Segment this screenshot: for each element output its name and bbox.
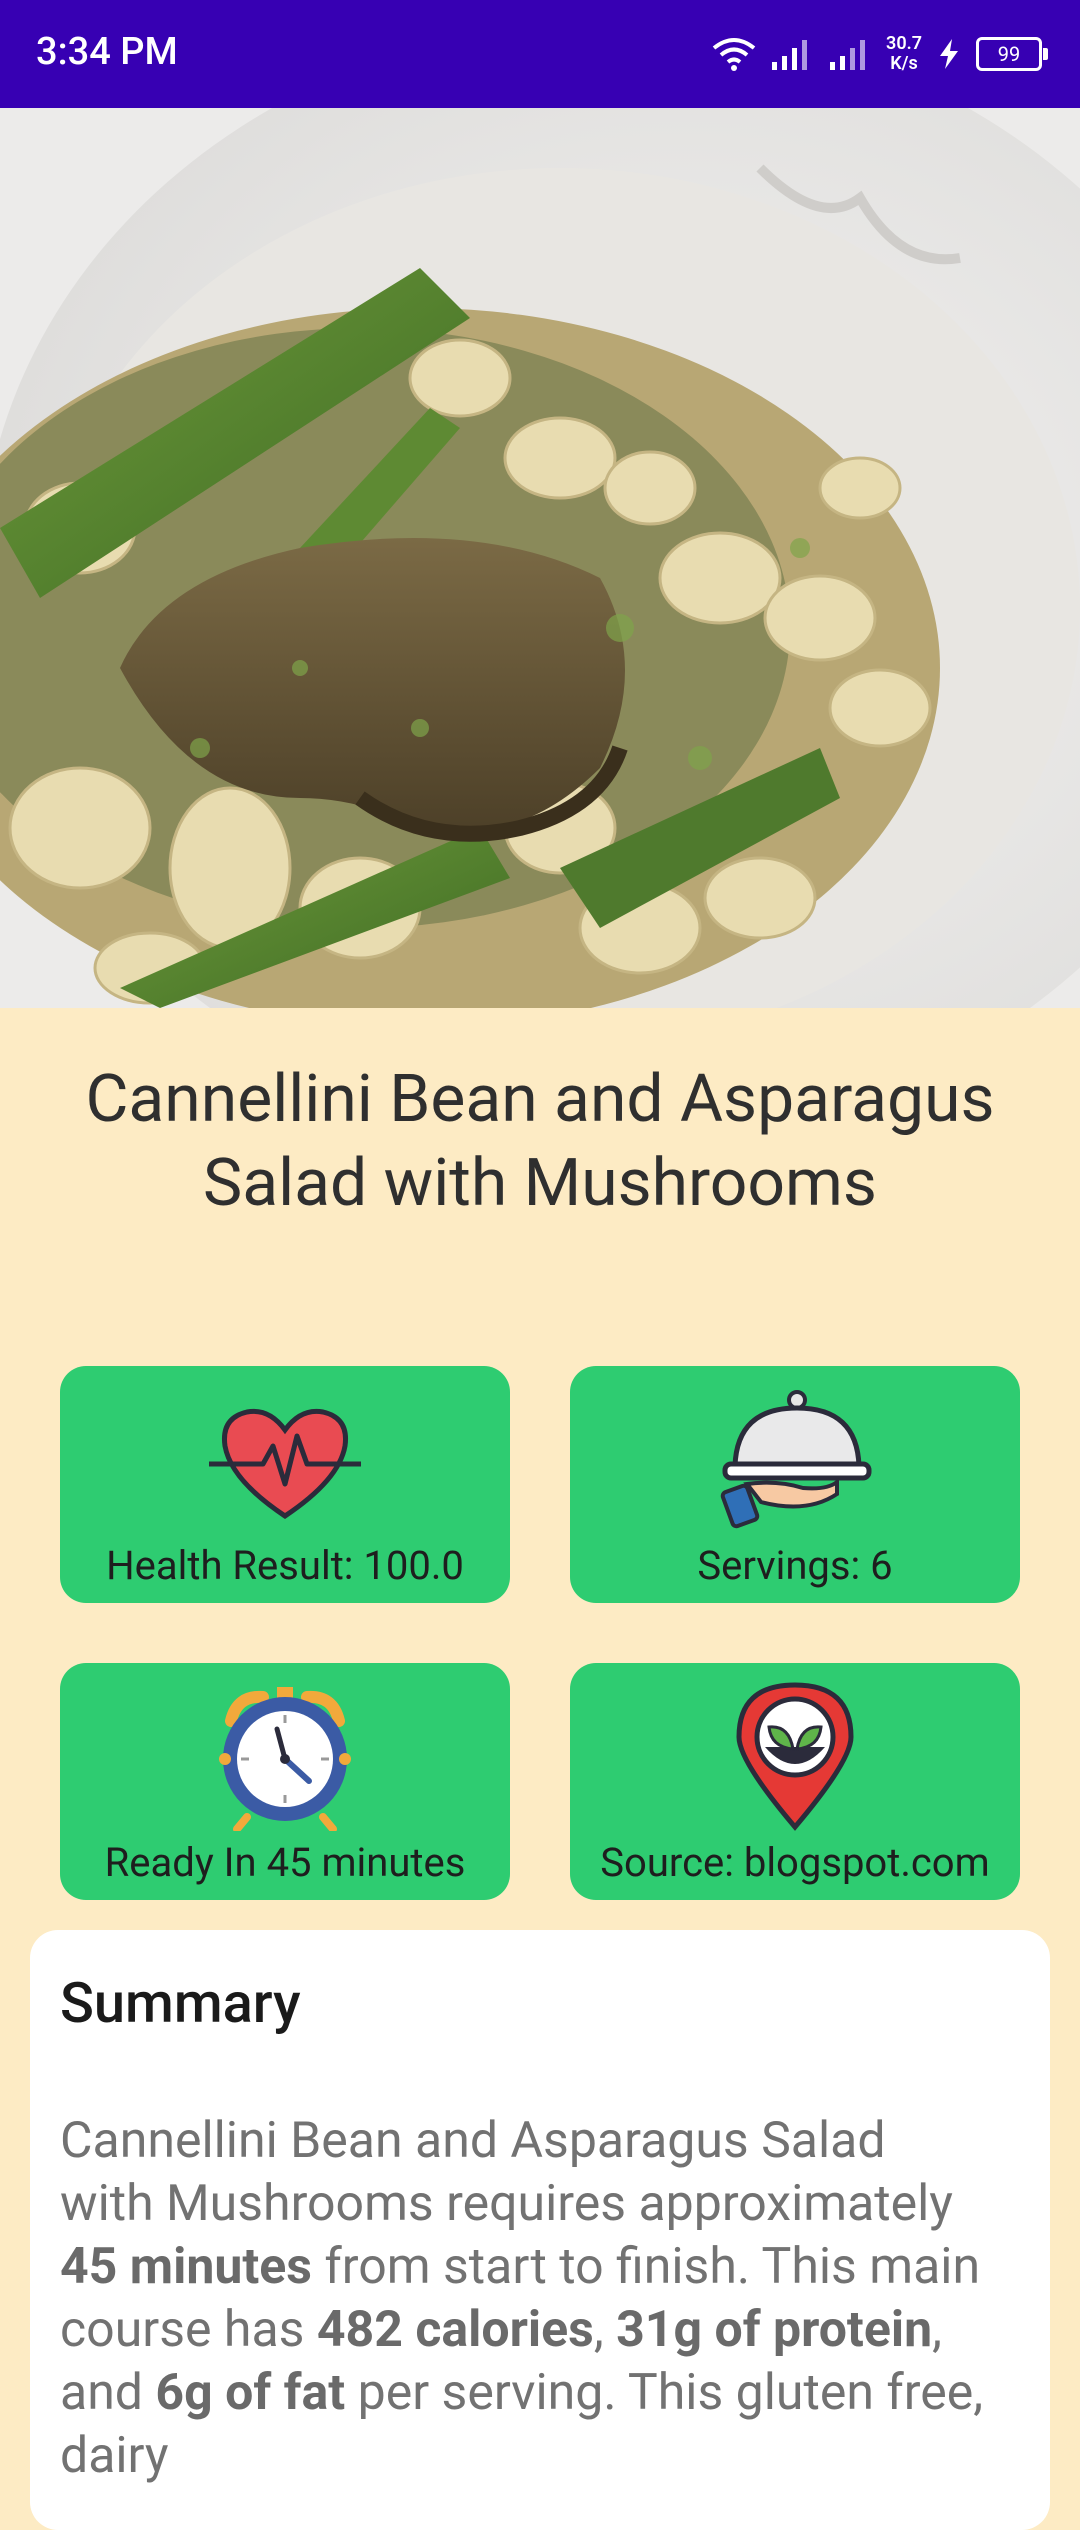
- signal-icon-2: [830, 40, 866, 70]
- summary-text-part: ,: [593, 2301, 617, 2359]
- alarm-clock-icon: [219, 1687, 351, 1831]
- health-result-card[interactable]: Health Result: 100.0: [60, 1366, 510, 1603]
- status-icons: 30.7 K/s 99: [712, 28, 1048, 80]
- network-speed-value: 30.7: [886, 33, 922, 54]
- wifi-icon: [712, 38, 756, 71]
- servings-label: Servings: 6: [697, 1542, 893, 1589]
- summary-highlight: 482 calories: [316, 2301, 594, 2359]
- summary-highlight: 45 minutes: [60, 2238, 312, 2296]
- summary-highlight: 31g of protein: [616, 2301, 933, 2359]
- heart-pulse-icon: [209, 1408, 361, 1520]
- summary-title: Summary: [60, 1970, 301, 2036]
- network-speed-unit: K/s: [890, 53, 918, 74]
- serving-dish-icon: [720, 1390, 872, 1529]
- source-label: Source: blogspot.com: [600, 1839, 990, 1886]
- source-card[interactable]: Source: blogspot.com: [570, 1663, 1020, 1900]
- charging-icon: [940, 39, 958, 69]
- summary-panel: Summary Cannellini Bean and Asparagus Sa…: [30, 1930, 1050, 2530]
- recipe-image: [0, 108, 1080, 1008]
- signal-icon: [772, 40, 808, 70]
- servings-card[interactable]: Servings: 6: [570, 1366, 1020, 1603]
- recipe-title: Cannellini Bean and Asparagus Salad with…: [85, 1061, 995, 1222]
- ready-time-card[interactable]: Ready In 45 minutes: [60, 1663, 510, 1900]
- network-speed: 30.7 K/s: [886, 34, 922, 74]
- health-result-label: Health Result: 100.0: [106, 1542, 464, 1589]
- ready-time-label: Ready In 45 minutes: [104, 1839, 466, 1886]
- battery-level: 99: [997, 42, 1021, 66]
- status-bar: 3:34 PM 30.7 K/s 99: [0, 0, 1080, 108]
- location-pin-icon: [736, 1682, 854, 1831]
- status-time: 3:34 PM: [36, 30, 178, 74]
- battery-indicator: 99: [976, 37, 1048, 71]
- summary-text: Cannellini Bean and Asparagus Salad with…: [60, 2110, 990, 2488]
- summary-highlight: 6g of fat: [155, 2364, 346, 2422]
- summary-text-part: Cannellini Bean and Asparagus Salad with…: [60, 2112, 953, 2233]
